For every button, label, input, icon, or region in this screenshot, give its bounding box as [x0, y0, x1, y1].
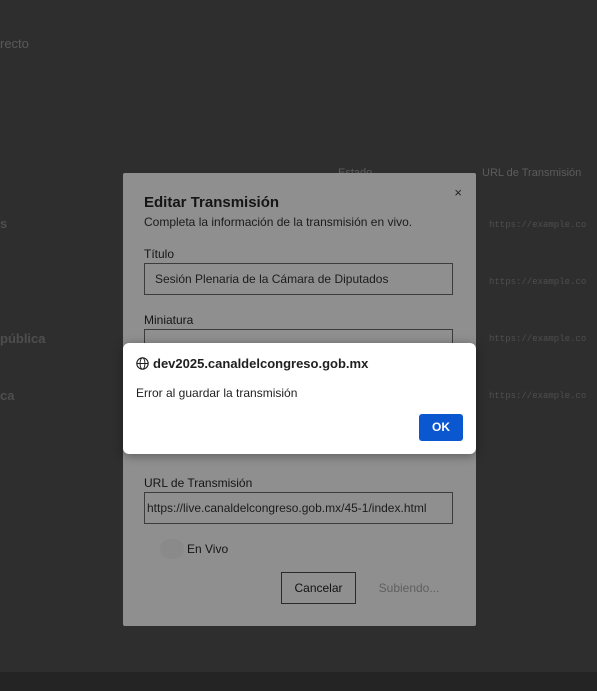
- modal-subtitle: Completa la información de la transmisió…: [144, 215, 413, 229]
- ok-button[interactable]: OK: [419, 414, 463, 441]
- en-vivo-toggle[interactable]: [160, 539, 184, 559]
- url-input[interactable]: https://live.canaldelcongreso.gob.mx/45-…: [144, 492, 453, 524]
- row-title: pública: [0, 331, 46, 346]
- column-header-url: URL de Transmisión: [482, 167, 582, 179]
- background-header-text: recto: [0, 36, 29, 51]
- row-url[interactable]: https://example.co: [489, 334, 586, 344]
- row-url[interactable]: https://example.co: [489, 391, 586, 401]
- modal-title: Editar Transmisión: [144, 194, 280, 211]
- row-url[interactable]: https://example.co: [489, 220, 586, 230]
- miniatura-label: Miniatura: [144, 313, 194, 327]
- upload-button[interactable]: Subiendo...: [371, 572, 447, 604]
- alert-dialog: dev2025.canaldelcongreso.gob.mx Error al…: [123, 343, 476, 454]
- row-title: s: [0, 216, 8, 231]
- titulo-label: Título: [144, 247, 175, 261]
- alert-origin: dev2025.canaldelcongreso.gob.mx: [153, 356, 369, 371]
- titulo-input[interactable]: Sesión Plenaria de la Cámara de Diputado…: [144, 263, 453, 295]
- row-title: ca: [0, 388, 15, 403]
- row-url[interactable]: https://example.co: [489, 277, 586, 287]
- bottom-bar: [0, 672, 597, 691]
- globe-icon: [136, 357, 149, 370]
- close-icon[interactable]: ×: [454, 185, 462, 200]
- cancel-button[interactable]: Cancelar: [281, 572, 356, 604]
- en-vivo-label: En Vivo: [187, 542, 229, 556]
- alert-message: Error al guardar la transmisión: [136, 386, 298, 400]
- url-label: URL de Transmisión: [144, 476, 253, 490]
